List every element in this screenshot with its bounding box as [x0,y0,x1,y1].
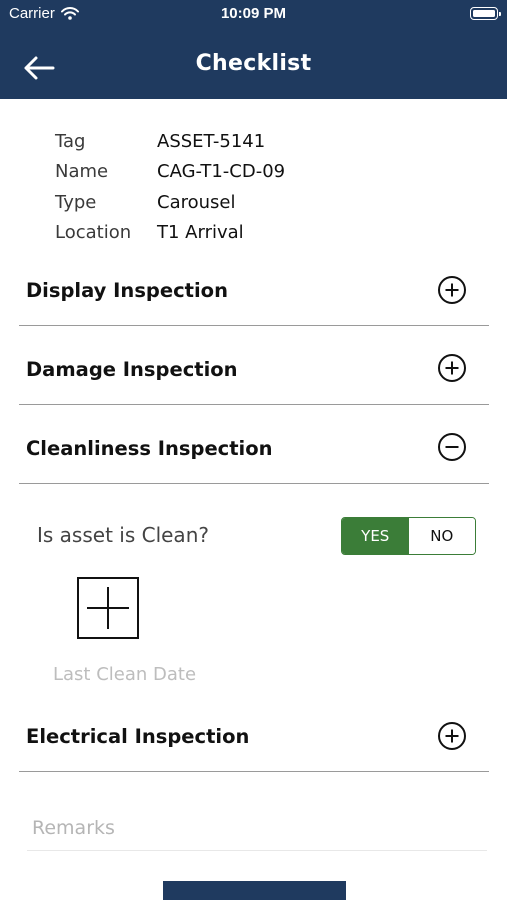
last-clean-date-field[interactable]: Last Clean Date [53,664,196,685]
section-electrical-inspection[interactable]: Electrical Inspection [19,693,489,772]
status-bar: Carrier 10:09 PM [0,0,507,28]
nav-header: Carrier 10:09 PM Checklist [0,0,507,99]
section-display-inspection[interactable]: Display Inspection [19,247,489,326]
page-title: Checklist [195,51,312,76]
asset-row-name: Name CAG-T1-CD-09 [55,157,285,188]
section-damage-inspection[interactable]: Damage Inspection [19,326,489,405]
no-option[interactable]: NO [408,518,475,554]
section-title: Electrical Inspection [26,725,250,748]
remarks-input[interactable] [27,806,487,851]
plus-circle-icon[interactable] [437,353,467,383]
asset-name-label: Name [55,161,109,183]
clean-question-label: Is asset is Clean? [37,523,209,547]
section-cleanliness-inspection[interactable]: Cleanliness Inspection [19,405,489,484]
asset-type-value: Carousel [157,191,236,213]
asset-tag-value: ASSET-5141 [157,130,266,152]
asset-location-value: T1 Arrival [157,222,244,244]
asset-row-location: Location T1 Arrival [55,218,285,249]
section-title: Damage Inspection [26,358,238,381]
section-title: Cleanliness Inspection [26,437,273,460]
asset-row-type: Type Carousel [55,187,285,218]
asset-details: Tag ASSET-5141 Name CAG-T1-CD-09 Type Ca… [55,126,285,248]
asset-location-label: Location [55,222,132,244]
asset-row-tag: Tag ASSET-5141 [55,126,285,157]
yes-option[interactable]: YES [342,518,409,554]
plus-circle-icon[interactable] [437,275,467,305]
asset-name-value: CAG-T1-CD-09 [157,161,286,183]
clean-yes-no-toggle[interactable]: YES NO [341,517,476,555]
section-title: Display Inspection [26,279,228,302]
minus-circle-icon[interactable] [437,432,467,462]
battery-icon [470,7,501,20]
submit-button[interactable] [163,881,346,900]
status-time: 10:09 PM [220,5,287,22]
asset-tag-label: Tag [55,130,86,152]
asset-type-label: Type [55,191,97,213]
add-photo-button[interactable] [77,577,139,639]
plus-circle-icon[interactable] [437,721,467,751]
